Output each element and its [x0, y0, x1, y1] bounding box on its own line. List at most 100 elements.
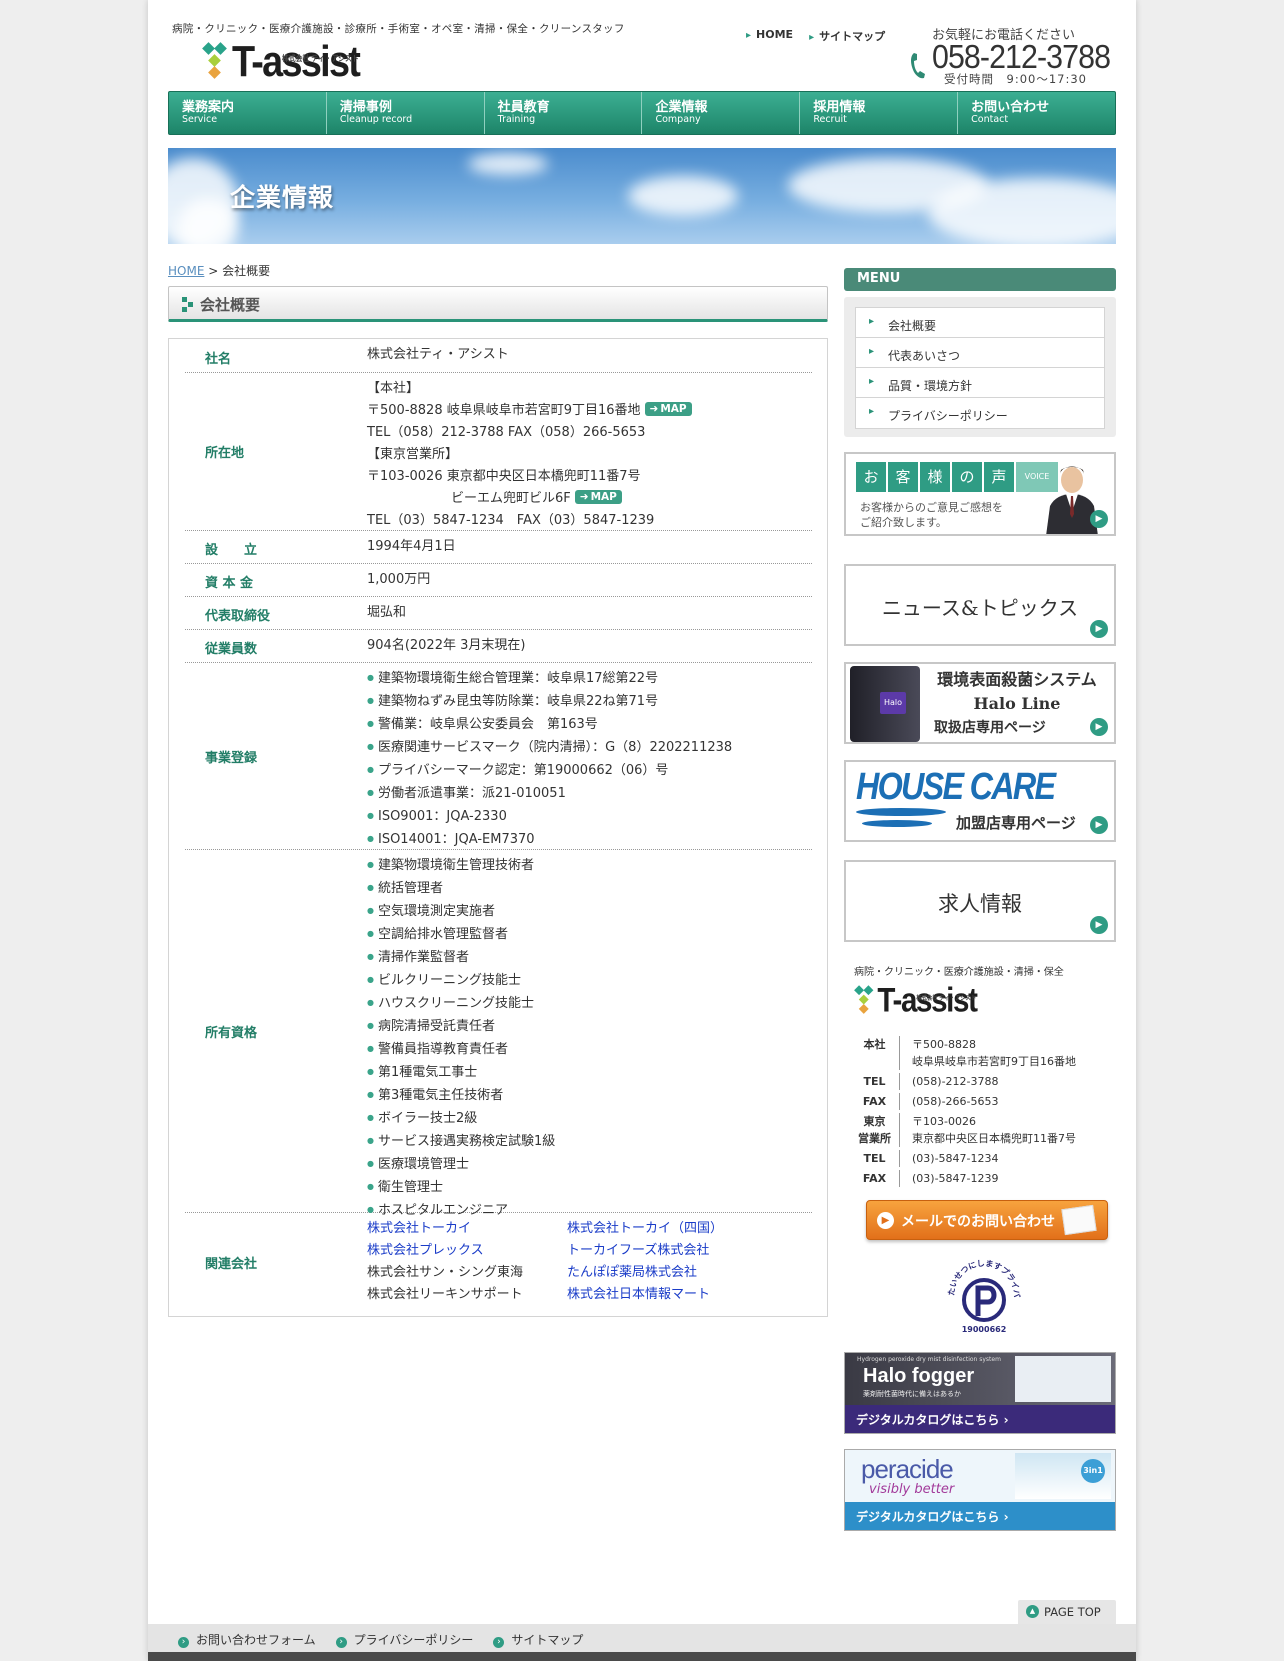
list-item: 労働者派遣事業：派21-010051 [367, 783, 732, 806]
related-link-tanpopo[interactable]: たんぽぽ薬局株式会社 [567, 1262, 767, 1284]
hq-heading: 【本社】 [367, 381, 420, 396]
nav-cleanup-record[interactable]: 清掃事例 Cleanup record [327, 92, 485, 134]
breadcrumb-home[interactable]: HOME [168, 264, 204, 278]
info-label: 事業登録 [205, 751, 258, 766]
site-logo[interactable]: 株式会社 ティ・アシスト T-assist [202, 38, 380, 84]
nav-company[interactable]: 企業情報 Company [642, 92, 801, 134]
footer-link-privacy[interactable]: プライバシーポリシー [336, 1631, 474, 1652]
pmark-arc-text: たいせつにしますプライバシー [944, 1256, 1021, 1298]
peracide-catalog-banner[interactable]: peracide visibly better 3in1 デジタルカタログはこち… [844, 1449, 1116, 1531]
footer-link-contact[interactable]: お問い合わせフォーム [178, 1631, 316, 1652]
arrow-right-icon: ▶ [1090, 718, 1108, 736]
hero-banner: 企業情報 [168, 148, 1116, 244]
info-value: 1,000万円 [367, 572, 431, 587]
halofogger-catalog-banner[interactable]: Hydrogen peroxide dry mist disinfection … [844, 1352, 1116, 1434]
business-hours: 受付時間 9:00～17:30 [944, 72, 1087, 86]
list-item: サービス接遇実務検定試験1級 [367, 1131, 555, 1154]
customer-voice-banner[interactable]: お 客 様 の 声 VOICE お客様からのご意見ご感想を ご紹介致します。 ▶ [844, 452, 1116, 536]
peracide-badge: 3in1 [1081, 1459, 1105, 1483]
envelope-icon [1061, 1204, 1097, 1236]
tokyo-building-line: ビーエム兜町ビル6FMAP [367, 488, 692, 510]
list-item: 第1種電気工事士 [367, 1062, 555, 1085]
mail-inquiry-button[interactable]: ▶ メールでのお問い合わせ [866, 1200, 1108, 1240]
list-item: ビルクリーニング技能士 [367, 970, 555, 993]
svg-text:たいせつにしますプライバシー: たいせつにしますプライバシー [944, 1256, 1021, 1298]
housecare-banner[interactable]: HOUSE CARE 加盟店専用ページ ▶ [844, 760, 1116, 842]
contact-tagline: 病院・クリニック・医療介護施設・清掃・保全 [854, 967, 1064, 978]
hq-map-button[interactable]: MAP [644, 402, 692, 416]
peracide-catalog-image: 3in1 [1015, 1453, 1111, 1499]
halo-banner-line: 環境表面殺菌システム [937, 670, 1097, 689]
halo-line-banner[interactable]: Halo 環境表面殺菌システム Halo Line 取扱店専用ページ ▶ [844, 662, 1116, 744]
related-link-joho-mart[interactable]: 株式会社日本情報マート [567, 1284, 767, 1306]
tokyo-map-button[interactable]: MAP [574, 490, 622, 504]
list-item: 衛生管理士 [367, 1177, 555, 1200]
contact-row: 営業所 東京都中央区日本橋兜町11番7号 [854, 1130, 1114, 1147]
page: 病院・クリニック・医療介護施設・診療所・手術室・オペ室・清掃・保全・クリーンスタ… [148, 0, 1136, 1661]
nav-sublabel: Training [497, 114, 536, 125]
halofogger-title: Halo fogger [863, 1365, 975, 1387]
contact-row: 東京 〒103-0026 [854, 1113, 1114, 1130]
breadcrumb-current: 会社概要 [222, 264, 271, 278]
contact-value: 東京都中央区日本橋兜町11番7号 [912, 1132, 1076, 1145]
contact-value: (058)-212-3788 [912, 1075, 999, 1088]
page-top-button[interactable]: PAGE TOP [1018, 1600, 1116, 1625]
list-item: 医療関連サービスマーク（院内清掃）：G（8）2202211238 [367, 737, 732, 760]
nav-sublabel: Cleanup record [339, 114, 413, 125]
nav-contact[interactable]: お問い合わせ Contact [958, 92, 1115, 134]
nav-recruit[interactable]: 採用情報 Recruit [800, 92, 959, 134]
info-label: 代表取締役 [205, 609, 271, 624]
related-link-tokai[interactable]: 株式会社トーカイ [367, 1218, 567, 1240]
news-topics-banner[interactable]: ニュース&トピックス ▶ [844, 564, 1116, 646]
list-item: ボイラー技士2級 [367, 1108, 555, 1131]
sidebar-item-privacy[interactable]: プライバシーポリシー [856, 398, 1104, 428]
voice-char: 客 [888, 462, 918, 492]
sidebar-item-overview[interactable]: 会社概要 [856, 308, 1104, 338]
list-item: 統括管理者 [367, 878, 555, 901]
registration-list: 建築物環境衛生総合管理業：岐阜県17総第22号 建築物ねずみ昆虫等防除業：岐阜県… [367, 668, 732, 852]
peracide-title: peracide [861, 1454, 954, 1484]
global-nav: 業務案内 Service 清掃事例 Cleanup record 社員教育 Train… [168, 91, 1116, 135]
sidebar-item-greeting[interactable]: 代表あいさつ [856, 338, 1104, 368]
tokyo-address: 〒103-0026 東京都中央区日本橋兜町11番7号 [367, 469, 641, 484]
list-item: ISO14001：JQA-EM7370 [367, 829, 732, 852]
sidebar-item-policy[interactable]: 品質・環境方針 [856, 368, 1104, 398]
related-link-tokai-foods[interactable]: トーカイフーズ株式会社 [567, 1240, 767, 1262]
contact-value: (058)-266-5653 [912, 1095, 999, 1108]
list-item: プライバシーマーク認定：第19000662（06）号 [367, 760, 732, 783]
housecare-logo: HOUSE CARE [856, 766, 1056, 808]
privacy-mark-logo[interactable]: たいせつにしますプライバシー 19000662 [944, 1256, 1024, 1336]
pmark-number: 19000662 [962, 1325, 1007, 1334]
voice-char: お [856, 462, 886, 492]
top-link-home[interactable]: HOME [746, 28, 793, 44]
list-item: 警備業：岐阜県公安委員会 第163号 [367, 714, 732, 737]
contact-key: FAX [854, 1170, 900, 1187]
related-company-sunsing: 株式会社サン・シング東海 [367, 1265, 524, 1280]
nav-training[interactable]: 社員教育 Training [485, 92, 643, 134]
halo-banner-line: Halo Line [973, 694, 1061, 713]
voice-subtext: お客様からのご意見ご感想を ご紹介致します。 [860, 500, 1003, 530]
top-link-sitemap[interactable]: サイトマップ [809, 28, 885, 44]
footer-link-sitemap[interactable]: サイトマップ [493, 1631, 583, 1652]
recruit-banner[interactable]: 求人情報 ▶ [844, 860, 1116, 942]
tokyo-tel: TEL（03）5847-1234 FAX（03）5847-1239 [367, 513, 655, 528]
breadcrumb: HOME > 会社概要 [168, 262, 270, 279]
related-link-plex[interactable]: 株式会社プレックス [367, 1240, 567, 1262]
halo-banner-line: 取扱店専用ページ [934, 720, 1046, 736]
contact-logo: 株式会社 ティ・アシスト T-assist [854, 982, 1032, 1026]
contact-key: FAX [854, 1093, 900, 1110]
housecare-swoosh [862, 820, 932, 827]
related-link-tokai-shikoku[interactable]: 株式会社トーカイ（四国） [567, 1218, 767, 1240]
info-value: 【本社】 〒500-8828 岐阜県岐阜市若宮町9丁目16番地MAP TEL（0… [367, 378, 692, 532]
arrow-right-icon: ▶ [1090, 510, 1108, 528]
hq-tel: TEL（058）212-3788 FAX（058）266-5653 [367, 425, 646, 440]
list-item: 清掃作業監督者 [367, 947, 555, 970]
list-item: 空気環境測定実施者 [367, 901, 555, 924]
nav-sublabel: Contact [971, 114, 1009, 125]
nav-label: 採用情報 [813, 100, 866, 115]
nav-service[interactable]: 業務案内 Service [169, 92, 327, 134]
info-row-registration: 事業登録 建築物環境衛生総合管理業：岐阜県17総第22号 建築物ねずみ昆虫等防除… [185, 663, 812, 850]
sidebar-menu: 会社概要 代表あいさつ 品質・環境方針 プライバシーポリシー [844, 297, 1116, 437]
section-heading: 会社概要 [168, 286, 828, 322]
breadcrumb-separator: > [204, 264, 223, 278]
